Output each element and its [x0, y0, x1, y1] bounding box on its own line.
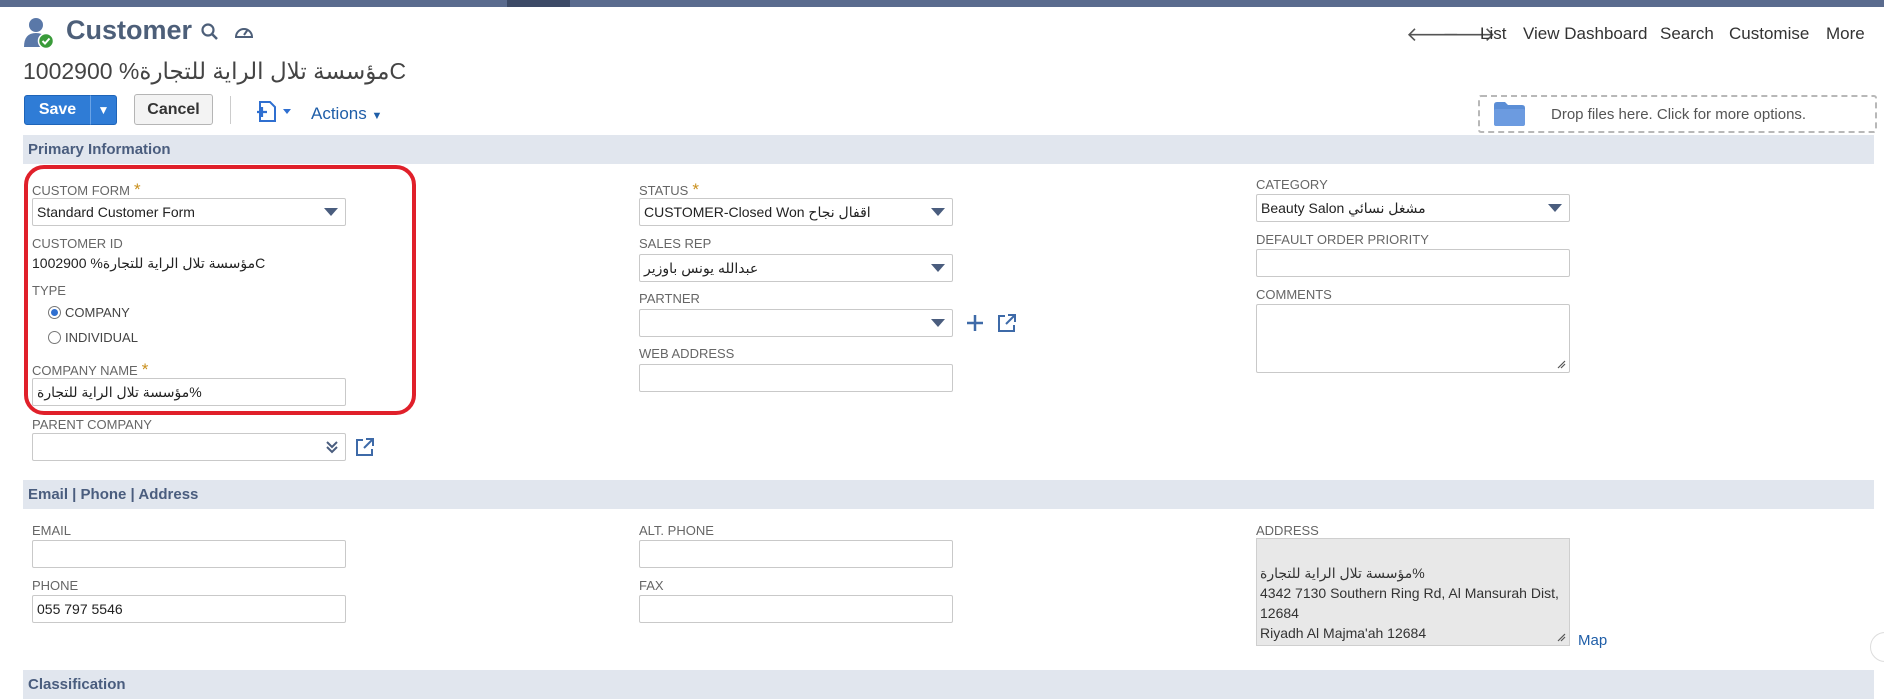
phone-label: PHONE — [32, 578, 79, 593]
dashboard-icon[interactable] — [234, 22, 254, 42]
email-input[interactable] — [32, 540, 346, 568]
fax-label: FAX — [639, 578, 664, 593]
status-value: CUSTOMER-Closed Won اقفال نجاح — [644, 204, 871, 220]
new-record-icon[interactable] — [256, 99, 294, 123]
status-label: STATUS * — [639, 180, 699, 199]
map-link[interactable]: Map — [1578, 632, 1607, 649]
folder-icon — [1494, 102, 1525, 126]
page-title: Customer — [66, 15, 193, 45]
search-icon[interactable] — [200, 22, 220, 42]
address-value: مؤسسة تلال الراية للتجارة% 4342 7130 Sou… — [1260, 565, 1559, 641]
sales-rep-label: SALES REP — [639, 236, 712, 251]
cancel-button[interactable]: Cancel — [134, 94, 213, 125]
comments-textarea[interactable] — [1256, 304, 1570, 373]
phone-input[interactable]: 055 797 5546 — [32, 595, 346, 623]
address-label: ADDRESS — [1256, 523, 1319, 538]
web-address-label: WEB ADDRESS — [639, 346, 735, 361]
address-textarea[interactable]: مؤسسة تلال الراية للتجارة% 4342 7130 Sou… — [1256, 538, 1570, 646]
partner-label: PARTNER — [639, 291, 700, 306]
side-panel-toggle[interactable] — [1870, 632, 1884, 662]
section-classification[interactable]: Classification — [23, 670, 1874, 699]
record-name: مؤسسة تلال الراية للتجارة% 1002900C — [23, 58, 407, 84]
section-title: Classification — [28, 676, 126, 693]
highlight-annotation — [24, 165, 416, 415]
actions-label: Actions — [311, 104, 367, 123]
partner-select[interactable] — [639, 309, 953, 337]
alt-phone-input[interactable] — [639, 540, 953, 568]
chevron-down-icon — [931, 264, 945, 272]
category-value: Beauty Salon مشغل نسائي — [1261, 200, 1426, 216]
category-label: CATEGORY — [1256, 177, 1328, 192]
nav-search-link[interactable]: Search — [1660, 24, 1714, 44]
drop-zone-text: Drop files here. Click for more options. — [1551, 106, 1807, 123]
save-button[interactable]: Save — [24, 95, 91, 125]
chevron-down-icon — [1548, 204, 1562, 212]
double-chevron-icon[interactable] — [325, 440, 339, 454]
sales-rep-value: عبدالله يونس باوزير — [644, 260, 759, 276]
customer-icon — [24, 18, 54, 50]
open-link-icon[interactable] — [996, 312, 1018, 334]
chevron-down-icon: ▼ — [371, 110, 383, 122]
resize-handle-icon[interactable] — [1557, 360, 1566, 369]
parent-company-label: PARENT COMPANY — [32, 417, 152, 432]
plus-icon[interactable] — [964, 312, 986, 334]
email-label: EMAIL — [32, 523, 72, 538]
open-link-icon[interactable] — [354, 436, 376, 458]
web-address-input[interactable] — [639, 364, 953, 392]
section-title: Primary Information — [28, 141, 171, 158]
actions-menu[interactable]: Actions ▼ — [311, 104, 382, 124]
category-select[interactable]: Beauty Salon مشغل نسائي — [1256, 194, 1570, 222]
resize-handle-icon[interactable] — [1557, 633, 1566, 642]
sales-rep-select[interactable]: عبدالله يونس باوزير — [639, 254, 953, 282]
comments-label: COMMENTS — [1256, 287, 1332, 302]
toolbar-divider — [230, 96, 231, 124]
nav-more-link[interactable]: More — [1826, 24, 1865, 44]
nav-list-link[interactable]: List — [1480, 24, 1506, 44]
parent-company-input[interactable] — [32, 433, 346, 461]
section-email-phone-address[interactable]: Email | Phone | Address — [23, 480, 1874, 509]
fax-input[interactable] — [639, 595, 953, 623]
chevron-down-icon — [931, 208, 945, 216]
alt-phone-label: ALT. PHONE — [639, 523, 714, 538]
nav-customise-link[interactable]: Customise — [1729, 24, 1809, 44]
file-drop-zone[interactable]: Drop files here. Click for more options. — [1478, 95, 1877, 133]
default-order-priority-input[interactable] — [1256, 249, 1570, 277]
default-order-priority-label: DEFAULT ORDER PRIORITY — [1256, 232, 1429, 247]
chevron-down-icon — [931, 319, 945, 327]
top-accent-bar — [0, 0, 1884, 7]
section-title: Email | Phone | Address — [28, 486, 199, 503]
save-options-dropdown[interactable]: ▼ — [90, 95, 117, 125]
status-select[interactable]: CUSTOMER-Closed Won اقفال نجاح — [639, 198, 953, 226]
section-primary-information[interactable]: Primary Information — [23, 135, 1874, 164]
nav-view-dashboard-link[interactable]: View Dashboard — [1523, 24, 1647, 44]
top-accent-bar-active-tab[interactable] — [507, 0, 570, 7]
